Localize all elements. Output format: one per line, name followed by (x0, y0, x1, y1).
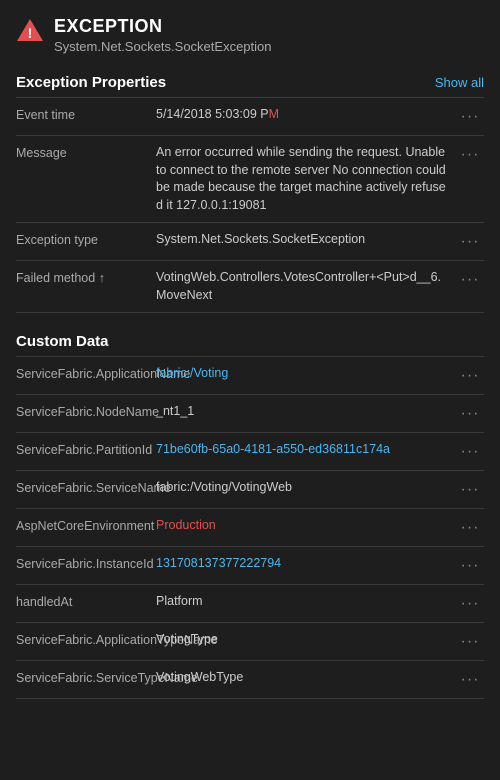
row-key-failed-method: Failed method ↑ (16, 269, 156, 288)
table-row: ServiceFabric.ApplicationTypeName Voting… (16, 623, 484, 661)
row-value-message: An error occurred while sending the requ… (156, 144, 456, 214)
exception-title: EXCEPTION (54, 16, 271, 37)
row-key-message: Message (16, 144, 156, 163)
app-name-link[interactable]: fabric:/Voting (156, 366, 228, 380)
table-row: ServiceFabric.ServiceTypeName VotingWebT… (16, 661, 484, 699)
table-row: Exception type System.Net.Sockets.Socket… (16, 223, 484, 261)
row-key-instance-id: ServiceFabric.InstanceId (16, 555, 156, 574)
row-key-handled-at: handledAt (16, 593, 156, 612)
row-key-event-time: Event time (16, 106, 156, 125)
custom-section-header: Custom Data (16, 333, 484, 350)
row-menu-service-type-name[interactable]: ··· (456, 669, 484, 689)
row-key-service-name: ServiceFabric.ServiceName (16, 479, 156, 498)
row-value-service-type-name: VotingWebType (156, 669, 456, 687)
row-value-service-name: fabric:/Voting/VotingWeb (156, 479, 456, 497)
exception-subtitle: System.Net.Sockets.SocketException (54, 39, 271, 54)
row-key-app-type-name: ServiceFabric.ApplicationTypeName (16, 631, 156, 650)
svg-text:!: ! (28, 25, 33, 41)
row-menu-app-type-name[interactable]: ··· (456, 631, 484, 651)
partition-id-link[interactable]: 71be60fb-65a0-4181-a550-ed36811c174a (156, 442, 390, 456)
row-value-app-name: fabric:/Voting (156, 365, 456, 383)
row-value-node-name: _nt1_1 (156, 403, 456, 421)
table-row: ServiceFabric.PartitionId 71be60fb-65a0-… (16, 433, 484, 471)
table-row: Message An error occurred while sending … (16, 136, 484, 223)
instance-id-link[interactable]: 131708137377222794 (156, 556, 281, 570)
table-row: ServiceFabric.InstanceId 131708137377222… (16, 547, 484, 585)
row-key-service-type-name: ServiceFabric.ServiceTypeName (16, 669, 156, 688)
properties-section-title: Exception Properties (16, 74, 166, 91)
row-value-failed-method: VotingWeb.Controllers.VotesController+<P… (156, 269, 456, 304)
row-key-aspnet-env: AspNetCoreEnvironment (16, 517, 156, 536)
row-menu-handled-at[interactable]: ··· (456, 593, 484, 613)
row-menu-exception-type[interactable]: ··· (456, 231, 484, 251)
row-menu-instance-id[interactable]: ··· (456, 555, 484, 575)
row-value-partition-id: 71be60fb-65a0-4181-a550-ed36811c174a (156, 441, 456, 459)
row-value-event-time: 5/14/2018 5:03:09 PM (156, 106, 456, 124)
table-row: handledAt Platform ··· (16, 585, 484, 623)
table-row: Failed method ↑ VotingWeb.Controllers.Vo… (16, 261, 484, 313)
row-value-exception-type: System.Net.Sockets.SocketException (156, 231, 456, 249)
row-menu-service-name[interactable]: ··· (456, 479, 484, 499)
row-value-aspnet-env: Production (156, 517, 456, 535)
row-key-exception-type: Exception type (16, 231, 156, 250)
row-key-app-name: ServiceFabric.ApplicationName (16, 365, 156, 384)
table-row: AspNetCoreEnvironment Production ··· (16, 509, 484, 547)
table-row: ServiceFabric.ServiceName fabric:/Voting… (16, 471, 484, 509)
custom-data-table: ServiceFabric.ApplicationName fabric:/Vo… (16, 356, 484, 699)
exception-title-block: EXCEPTION System.Net.Sockets.SocketExcep… (54, 16, 271, 54)
show-all-link[interactable]: Show all (435, 75, 484, 90)
row-key-partition-id: ServiceFabric.PartitionId (16, 441, 156, 460)
row-menu-message[interactable]: ··· (456, 144, 484, 164)
row-value-app-type-name: VotingType (156, 631, 456, 649)
exception-header: ! EXCEPTION System.Net.Sockets.SocketExc… (16, 16, 484, 54)
row-menu-failed-method[interactable]: ··· (456, 269, 484, 289)
row-value-instance-id: 131708137377222794 (156, 555, 456, 573)
row-menu-aspnet-env[interactable]: ··· (456, 517, 484, 537)
properties-section-header: Exception Properties Show all (16, 74, 484, 91)
row-menu-node-name[interactable]: ··· (456, 403, 484, 423)
table-row: ServiceFabric.NodeName _nt1_1 ··· (16, 395, 484, 433)
row-menu-partition-id[interactable]: ··· (456, 441, 484, 461)
table-row: ServiceFabric.ApplicationName fabric:/Vo… (16, 357, 484, 395)
exception-properties-section: Exception Properties Show all Event time… (16, 74, 484, 313)
row-key-node-name: ServiceFabric.NodeName (16, 403, 156, 422)
aspnet-env-highlight: Production (156, 518, 216, 532)
highlight-m: M (269, 107, 279, 121)
properties-table: Event time 5/14/2018 5:03:09 PM ··· Mess… (16, 97, 484, 313)
custom-data-section: Custom Data ServiceFabric.ApplicationNam… (16, 333, 484, 699)
row-menu-event-time[interactable]: ··· (456, 106, 484, 126)
row-value-handled-at: Platform (156, 593, 456, 611)
page-container: ! EXCEPTION System.Net.Sockets.SocketExc… (0, 0, 500, 739)
warning-icon: ! (16, 16, 44, 44)
row-menu-app-name[interactable]: ··· (456, 365, 484, 385)
custom-section-title: Custom Data (16, 333, 109, 350)
table-row: Event time 5/14/2018 5:03:09 PM ··· (16, 98, 484, 136)
